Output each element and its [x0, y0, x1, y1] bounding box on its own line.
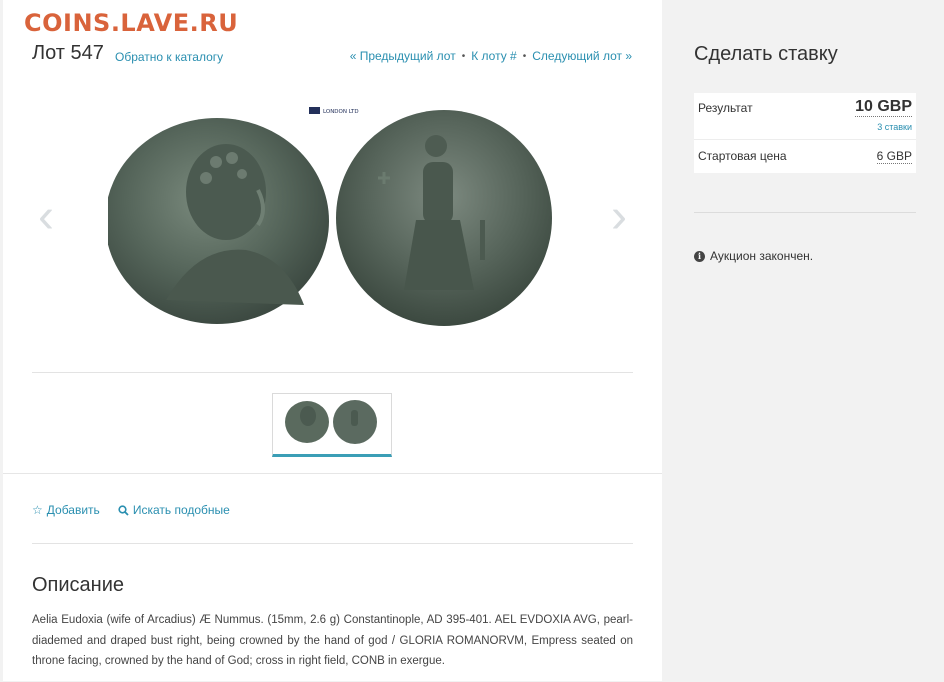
- description-heading: Описание: [32, 574, 125, 596]
- nav-separator: •: [461, 50, 466, 62]
- auction-status-text: Аукцион закончен.: [710, 249, 814, 263]
- bid-summary: Результат 10 GBP 3 ставки Стартовая цена…: [694, 93, 916, 173]
- sidebar-divider: [694, 212, 916, 213]
- lot-main-panel: Лот 547 Обратно к каталогу « Предыдущий …: [3, 0, 662, 681]
- bid-heading: Сделать ставку: [694, 43, 838, 65]
- gallery-prev-arrow-icon[interactable]: ‹: [32, 192, 60, 242]
- lot-details-section: ☆ Добавить Искать подобные Описание Aeli…: [3, 473, 662, 682]
- auction-status: i Аукцион закончен.: [694, 249, 813, 263]
- lot-title: Лот 547: [32, 42, 104, 64]
- nav-separator: •: [522, 50, 527, 62]
- start-price-value[interactable]: 6 GBP: [876, 149, 912, 164]
- search-icon: [118, 504, 129, 516]
- add-to-watchlist-button[interactable]: ☆ Добавить: [32, 503, 100, 517]
- star-icon: ☆: [32, 503, 43, 517]
- info-icon: i: [694, 250, 705, 262]
- image-gallery: ‹ › LONDON LTD: [32, 100, 633, 340]
- gallery-divider: [32, 372, 633, 373]
- actions-divider: [32, 543, 633, 544]
- gallery-next-arrow-icon[interactable]: ›: [605, 192, 633, 242]
- coin-thumbnail[interactable]: [272, 393, 392, 457]
- start-price-label: Стартовая цена: [698, 149, 787, 163]
- description-text: Aelia Eudoxia (wife of Arcadius) Æ Nummu…: [32, 614, 633, 667]
- bid-sidebar: Сделать ставку Результат 10 GBP 3 ставки…: [665, 0, 944, 681]
- search-similar-button[interactable]: Искать подобные: [118, 503, 230, 517]
- previous-lot-link[interactable]: « Предыдущий лот: [350, 49, 456, 63]
- back-to-catalog-link[interactable]: Обратно к каталогу: [115, 50, 223, 64]
- next-lot-link[interactable]: Следующий лот »: [532, 49, 632, 63]
- bids-count-link[interactable]: 3 ставки: [877, 122, 912, 132]
- coin-photo[interactable]: LONDON LTD: [108, 100, 558, 340]
- result-value[interactable]: 10 GBP: [855, 98, 912, 117]
- lot-navigation: « Предыдущий лот • К лоту # • Следующий …: [350, 49, 632, 63]
- start-price-row: Стартовая цена 6 GBP: [694, 140, 916, 173]
- search-similar-label: Искать подобные: [132, 503, 230, 517]
- result-row: Результат 10 GBP 3 ставки: [694, 93, 916, 140]
- result-label: Результат: [698, 101, 753, 115]
- goto-lot-link[interactable]: К лоту #: [471, 49, 517, 63]
- auction-logo-text: LONDON LTD: [323, 109, 359, 115]
- site-watermark: COINS.LAVE.RU: [24, 9, 239, 37]
- lot-actions: ☆ Добавить Искать подобные: [32, 503, 230, 517]
- add-label: Добавить: [46, 503, 100, 517]
